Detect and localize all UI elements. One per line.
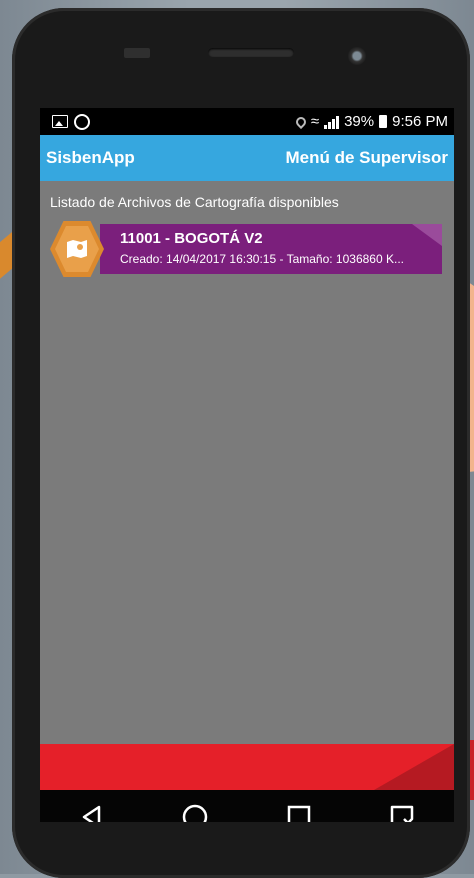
- phone-screen: ≈ 39% 9:56 PM SisbenApp Menú de Supervis…: [40, 108, 454, 822]
- location-icon: [293, 114, 308, 129]
- list-item[interactable]: 11001 - BOGOTÁ V2 Creado: 14/04/2017 16:…: [100, 224, 442, 274]
- file-title: 11001 - BOGOTÁ V2: [120, 230, 263, 247]
- whatsapp-icon: [74, 113, 90, 130]
- list-heading: Listado de Archivos de Cartografía dispo…: [50, 194, 339, 210]
- image-notification-icon: [52, 115, 68, 128]
- recents-square-icon[interactable]: [279, 797, 319, 822]
- phone-speaker: [208, 48, 294, 57]
- app-bar: SisbenApp Menú de Supervisor: [40, 135, 454, 181]
- map-icon: [67, 240, 87, 258]
- battery-icon: [379, 115, 388, 128]
- home-circle-icon[interactable]: [175, 797, 215, 822]
- battery-percent: 39%: [344, 113, 375, 130]
- bottom-red-bar: [40, 744, 454, 790]
- file-subtitle: Creado: 14/04/2017 16:30:15 - Tamaño: 10…: [120, 252, 404, 266]
- wifi-icon: ≈: [310, 113, 320, 130]
- back-triangle-icon[interactable]: [72, 797, 112, 822]
- signal-icon: [324, 115, 340, 129]
- phone-camera: [348, 47, 366, 65]
- navigation-bar: [40, 790, 454, 822]
- app-title: SisbenApp: [46, 148, 135, 167]
- menu-square-icon[interactable]: [382, 797, 422, 822]
- status-bar: ≈ 39% 9:56 PM: [40, 108, 454, 135]
- status-time: 9:56 PM: [392, 113, 448, 130]
- supervisor-menu-button[interactable]: Menú de Supervisor: [286, 148, 454, 168]
- map-file-icon: [50, 221, 104, 277]
- phone-sensor: [124, 48, 150, 58]
